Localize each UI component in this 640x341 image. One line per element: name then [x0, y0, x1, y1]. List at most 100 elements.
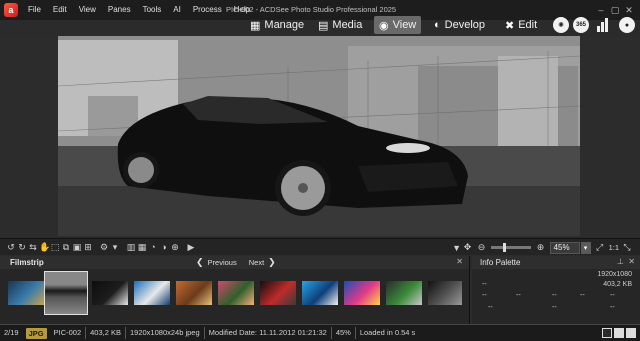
hand-tool-icon[interactable]: ✋ — [39, 242, 50, 253]
info-placeholder: -- — [552, 304, 557, 311]
thumb-4[interactable] — [134, 281, 170, 305]
slideshow-icon[interactable]: ▶ — [186, 242, 196, 253]
rotate-right-icon[interactable]: ↻ — [17, 242, 27, 253]
format-badge: JPG — [25, 327, 47, 339]
status-position: 2/19 — [4, 328, 19, 337]
dashboard-icon[interactable] — [597, 18, 608, 32]
info-row-size: -- 403,2 KB — [476, 281, 636, 291]
info-placeholder: -- — [482, 292, 487, 299]
mode-bar: ▦ Manage ▤ Media ◉ View ◐ Develop ✖ Edit… — [0, 14, 640, 36]
compare-icon[interactable]: ▣ — [72, 242, 82, 253]
info-placeholder: -- — [610, 304, 615, 311]
next-arrow-icon[interactable]: ❯ — [268, 257, 276, 268]
loupe-icon[interactable]: ⊕ — [170, 242, 180, 253]
image-viewer[interactable] — [0, 36, 640, 238]
thumb-9[interactable] — [344, 281, 380, 305]
info-placeholder: -- — [488, 304, 493, 311]
flip-icon[interactable]: ⇆ — [28, 242, 38, 253]
status-file-size: 403,2 KB — [86, 327, 126, 339]
info-close-icon[interactable]: ✕ — [628, 257, 635, 266]
filmstrip-nav: ❮ Previous Next ❯ — [196, 256, 276, 269]
photos-icon[interactable]: ● — [619, 17, 635, 33]
thumb-3[interactable] — [92, 281, 128, 305]
status-zoom: 45% — [332, 327, 356, 339]
grid-icon: ▦ — [250, 19, 261, 32]
checkmark-icon[interactable] — [626, 328, 636, 338]
thumb-7[interactable] — [260, 281, 296, 305]
zoom-value-field[interactable]: 45% — [549, 241, 580, 254]
exposure-icon[interactable]: ◑ — [159, 242, 169, 252]
histogram-icon[interactable]: ▥ — [126, 242, 136, 253]
info-row-exposure: -- -- -- -- -- — [476, 292, 636, 302]
info-row-dimensions: 1920x1080 — [476, 271, 636, 281]
zoom-out-icon[interactable]: ⊖ — [477, 242, 487, 253]
thumb-5[interactable] — [176, 281, 212, 305]
edit-tools-icon: ✖ — [505, 19, 515, 32]
previous-arrow-icon[interactable]: ❮ — [196, 257, 204, 268]
thumb-8[interactable] — [302, 281, 338, 305]
pan-icon[interactable]: ✥ — [463, 242, 473, 253]
status-bar: 2/19 JPG PIC-002 403,2 KB 1920x1080x24b … — [0, 324, 640, 341]
thumb-1[interactable] — [8, 281, 44, 305]
fit-icon[interactable]: ⊞ — [83, 242, 93, 253]
info-placeholder: -- — [610, 292, 615, 299]
viewer-toolbar: ↺ ↻ ⇆ ✋ ⬚ ⧉ ▣ ⊞ ⚙ ▾ ▥ ▦ ◔ ◑ ⊕ ▶ ▼ ✥ ⊖ ⊕ … — [0, 238, 640, 255]
color-label-icon[interactable] — [614, 328, 624, 338]
thumb-2-selected[interactable] — [44, 271, 88, 315]
tab-media[interactable]: ▤ Media — [318, 16, 362, 34]
info-placeholder: -- — [482, 281, 487, 288]
filmstrip-panel: Filmstrip ❮ Previous Next ❯ ✕ — [0, 256, 470, 324]
media-grid-icon: ▤ — [318, 19, 329, 32]
tag-checkbox-icon[interactable] — [602, 328, 612, 338]
tab-manage[interactable]: ▦ Manage — [250, 16, 304, 34]
actual-size-button[interactable]: 1:1 — [609, 243, 619, 252]
eye-icon: ◉ — [379, 19, 389, 32]
tab-edit-label: Edit — [518, 19, 538, 31]
info-palette: Info Palette ⊥ ✕ 1920x1080 -- 403,2 KB -… — [472, 256, 640, 324]
tab-develop-label: Develop — [444, 19, 486, 31]
settings-icon[interactable]: ⚙ — [99, 242, 109, 253]
filmstrip-thumbnails — [4, 271, 466, 317]
aperture-icon[interactable]: ✺ — [553, 17, 569, 33]
info-placeholder: -- — [516, 292, 521, 299]
info-palette-title: Info Palette — [480, 258, 521, 267]
filmstrip-title: Filmstrip — [10, 258, 44, 267]
filter-icon[interactable]: ▼ — [452, 243, 462, 253]
status-filename: PIC-002 — [50, 327, 87, 339]
tab-media-label: Media — [332, 19, 363, 31]
color-wheel-icon[interactable]: ◔ — [148, 242, 158, 252]
tab-view-label: View — [392, 19, 417, 31]
thumb-11[interactable] — [428, 281, 462, 305]
fit-screen-icon[interactable]: ⤢ — [595, 242, 605, 253]
info-palette-header: Info Palette ⊥ ✕ — [472, 256, 640, 269]
select-tool-icon[interactable]: ⬚ — [50, 242, 60, 253]
next-button[interactable]: Next — [249, 258, 264, 267]
zoom-slider[interactable] — [490, 243, 531, 252]
previous-button[interactable]: Previous — [208, 258, 237, 267]
info-placeholder: -- — [580, 292, 585, 299]
zoom-in-icon[interactable]: ⊕ — [536, 242, 546, 253]
thumb-6[interactable] — [218, 281, 254, 305]
thumb-10[interactable] — [386, 281, 422, 305]
tab-edit[interactable]: ✖ Edit — [505, 16, 537, 34]
develop-icon: ◐ — [434, 19, 441, 31]
status-icons — [602, 328, 636, 338]
fullscreen-icon[interactable]: ⤡ — [622, 242, 632, 253]
grid-overlay-icon[interactable]: ▦ — [137, 242, 147, 253]
info-dimensions: 1920x1080 — [597, 271, 632, 278]
filmstrip-close-icon[interactable]: ✕ — [456, 257, 463, 266]
info-file-size: 403,2 KB — [603, 281, 632, 288]
tab-develop[interactable]: ◐ Develop — [434, 16, 485, 34]
tab-view[interactable]: ◉ View — [374, 16, 422, 34]
tab-manage-label: Manage — [264, 19, 305, 31]
main-photo — [58, 36, 580, 236]
info-placeholder: -- — [552, 292, 557, 299]
acdsee-365-icon[interactable]: 365 — [573, 17, 589, 33]
sort-icon[interactable]: ▾ — [110, 242, 120, 253]
status-modified-date: Modified Date: 11.11.2012 01:21:32 — [205, 327, 332, 339]
crop-icon[interactable]: ⧉ — [61, 242, 71, 253]
zoom-dropdown-button[interactable]: ▾ — [580, 241, 591, 254]
pin-icon[interactable]: ⊥ — [617, 257, 624, 266]
zoom-slider-knob[interactable] — [502, 243, 506, 252]
rotate-left-icon[interactable]: ↺ — [6, 242, 16, 253]
